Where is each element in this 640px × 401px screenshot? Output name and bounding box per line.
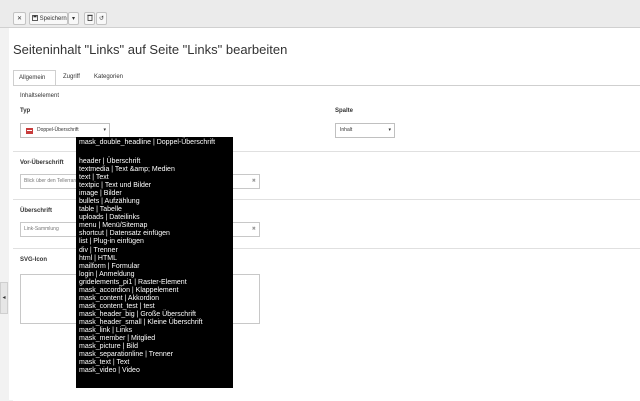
dropdown-option[interactable]: table | Tabelle [79, 206, 233, 214]
dropdown-option[interactable]: mask_link | Links [79, 327, 233, 335]
chevron-left-icon: ◂ [2, 295, 6, 301]
heading-value: Link-Sammlung [24, 226, 59, 232]
clear-icon[interactable]: ✖ [252, 175, 256, 188]
dropdown-option[interactable]: text | Text [79, 174, 233, 182]
toolbar: ✕ Speichern ▾ ↺ [0, 0, 640, 28]
dropdown-option[interactable]: mask_accordion | Klappelement [79, 287, 233, 295]
dropdown-option[interactable]: uploads | Dateilinks [79, 214, 233, 222]
dropdown-option[interactable]: gridelements_pi1 | Raster-Element [79, 279, 233, 287]
chevron-down-icon: ▾ [388, 127, 391, 133]
dropdown-option[interactable]: shortcut | Datensatz einfügen [79, 230, 233, 238]
dropdown-option[interactable]: list | Plug-in einfügen [79, 238, 233, 246]
trash-icon [86, 14, 93, 22]
dropdown-option[interactable]: mask_header_small | Kleine Überschrift [79, 319, 233, 327]
type-select[interactable]: Doppel-Überschrift ▾ [20, 123, 110, 138]
dropdown-options: header | Überschrift textmedia | Text &a… [79, 158, 233, 375]
clear-icon[interactable]: ✖ [252, 223, 256, 236]
dropdown-option[interactable]: header | Überschrift [79, 158, 233, 166]
dropdown-option[interactable]: mask_separationline | Trenner [79, 351, 233, 359]
save-options-button[interactable]: ▾ [68, 12, 79, 25]
dropdown-option[interactable]: textpic | Text und Bilder [79, 182, 233, 190]
dropdown-option[interactable]: image | Bilder [79, 190, 233, 198]
content-type-icon [26, 128, 33, 134]
close-button[interactable]: ✕ [13, 12, 26, 25]
dropdown-option[interactable]: mask_member | Mitglied [79, 335, 233, 343]
floppy-disk-icon [32, 15, 40, 22]
sidebar-toggle[interactable]: ◂ [0, 282, 8, 314]
save-button[interactable]: Speichern [29, 12, 68, 25]
column-value: Inhalt [340, 127, 353, 133]
dropdown-option[interactable]: mask_header_big | Große Überschrift [79, 311, 233, 319]
undo-icon: ↺ [98, 16, 105, 22]
dropdown-option[interactable]: mask_content | Akkordion [79, 295, 233, 303]
undo-button[interactable]: ↺ [96, 12, 107, 25]
dropdown-option[interactable]: mask_text | Text [79, 359, 233, 367]
column-label: Spalte [335, 108, 354, 114]
dropdown-option[interactable]: menu | Menü/Sitemap [79, 222, 233, 230]
column-select[interactable]: Inhalt ▾ [335, 123, 395, 138]
pre-heading-label: Vor-Überschrift [20, 160, 64, 166]
dropdown-option[interactable]: textmedia | Text &amp; Medien [79, 166, 233, 174]
type-value: Doppel-Überschrift [37, 127, 79, 133]
section-title: Inhaltselement [20, 93, 60, 99]
save-label: Speichern [39, 16, 67, 22]
close-icon: ✕ [16, 16, 23, 22]
type-label: Typ [20, 108, 31, 114]
heading-label: Überschrift [20, 208, 53, 214]
dropdown-selected-option[interactable]: mask_double_headline | Doppel-Überschrif… [79, 139, 233, 148]
dropdown-option[interactable]: mask_content_test | test [79, 303, 233, 311]
pre-heading-value: Blick über den Tellerrand [24, 178, 79, 184]
page-title: Seiteninhalt "Links" auf Seite "Links" b… [13, 42, 288, 57]
chevron-down-icon: ▾ [71, 16, 75, 22]
type-dropdown-list[interactable]: mask_double_headline | Doppel-Überschrif… [76, 137, 233, 388]
dropdown-option[interactable]: bullets | Aufzählung [79, 198, 233, 206]
delete-button[interactable] [84, 12, 95, 25]
dropdown-option[interactable]: mask_picture | Bild [79, 343, 233, 351]
dropdown-option[interactable]: login | Anmeldung [79, 271, 233, 279]
dropdown-option[interactable]: div | Trenner [79, 247, 233, 255]
dropdown-option[interactable]: html | HTML [79, 255, 233, 263]
dropdown-option[interactable]: mask_video | Video [79, 367, 233, 375]
tab-kategorien[interactable]: Kategorien [89, 70, 135, 85]
tab-allgemein[interactable]: Allgemein [13, 70, 56, 85]
tab-zugriff[interactable]: Zugriff [58, 70, 90, 85]
svg-icon-label: SVG-Icon [20, 257, 48, 263]
chevron-down-icon: ▾ [103, 127, 106, 133]
dropdown-option[interactable]: mailform | Formular [79, 263, 233, 271]
